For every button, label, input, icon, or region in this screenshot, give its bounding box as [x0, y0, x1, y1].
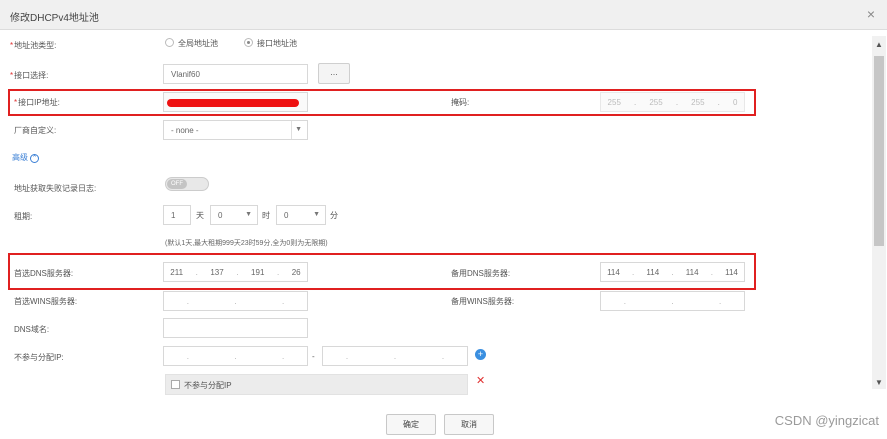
- close-icon[interactable]: ×: [867, 6, 875, 22]
- primary-wins-field[interactable]: ...: [163, 291, 308, 311]
- dns-suffix-label: DNS域名:: [14, 325, 50, 334]
- highlight-box-dns: [8, 253, 756, 290]
- radio-global-pool-label: 全局地址池: [178, 39, 218, 48]
- advanced-toggle[interactable]: 高级 ⌃: [12, 152, 39, 163]
- lease-hint: (默认1天,最大租期999天23时59分,全为0则为无限期): [165, 240, 328, 247]
- switch-knob: OFF: [167, 179, 187, 189]
- delete-icon[interactable]: ✕: [476, 374, 485, 387]
- excluded-ip-checkbox[interactable]: [171, 380, 180, 389]
- dialog-titlebar: 修改DHCPv4地址池 ×: [0, 0, 887, 30]
- scroll-up-arrow-icon[interactable]: ▲: [875, 40, 883, 49]
- secondary-wins-field[interactable]: ...: [600, 291, 745, 311]
- log-conflict-switch[interactable]: OFF: [165, 177, 209, 191]
- interface-value: Vlanif60: [171, 70, 200, 79]
- radio-interface-pool-label: 接口地址池: [257, 39, 297, 48]
- lease-days-unit: 天: [196, 211, 204, 220]
- primary-wins-label: 首选WINS服务器:: [14, 297, 78, 306]
- watermark: CSDN @yingzicat: [774, 413, 879, 428]
- excluded-ip-row-label: 不参与分配IP: [184, 381, 232, 390]
- lease-days-input[interactable]: 1: [163, 205, 191, 225]
- cancel-button[interactable]: 取消: [444, 414, 494, 435]
- highlight-box-ip: [8, 89, 756, 116]
- chevron-down-icon: ▼: [295, 126, 302, 133]
- add-icon[interactable]: +: [475, 349, 486, 360]
- browse-interface-button[interactable]: ...: [318, 63, 350, 84]
- chevron-down-icon: ▼: [313, 211, 320, 218]
- lease-minutes-select[interactable]: 0 ▼: [276, 205, 326, 225]
- interface-label: *接口选择:: [10, 71, 49, 80]
- scroll-down-arrow-icon[interactable]: ▼: [875, 378, 883, 387]
- lease-minutes-unit: 分: [330, 211, 338, 220]
- chevron-down-icon: ▼: [245, 211, 252, 218]
- excluded-ip-row: 不参与分配IP: [165, 374, 468, 395]
- range-separator: -: [312, 352, 315, 361]
- lease-hours-unit: 时: [262, 211, 270, 220]
- radio-interface-pool[interactable]: [244, 38, 253, 47]
- scroll-thumb[interactable]: [874, 56, 884, 246]
- dns-suffix-input[interactable]: [163, 318, 308, 338]
- excluded-ip-start-field[interactable]: ...: [163, 346, 308, 366]
- vendor-label: 厂商自定义:: [14, 126, 57, 135]
- ok-button[interactable]: 确定: [386, 414, 436, 435]
- excluded-ip-label: 不参与分配IP:: [14, 353, 64, 362]
- vendor-select[interactable]: - none - ▼: [163, 120, 308, 140]
- vendor-value: - none -: [171, 126, 199, 135]
- lease-hours-select[interactable]: 0 ▼: [210, 205, 258, 225]
- interface-field[interactable]: Vlanif60: [163, 64, 308, 84]
- pool-type-label: *地址池类型:: [10, 41, 57, 50]
- secondary-wins-label: 备用WINS服务器:: [451, 297, 515, 306]
- chevron-up-circle-icon: ⌃: [30, 154, 39, 163]
- scrollbar[interactable]: ▲ ▼: [872, 36, 886, 389]
- lease-label: 租期:: [14, 212, 33, 221]
- radio-global-pool[interactable]: [165, 38, 174, 47]
- log-conflict-label: 地址获取失败记录日志:: [14, 184, 97, 193]
- dialog-title: 修改DHCPv4地址池: [10, 13, 99, 24]
- excluded-ip-end-field[interactable]: ...: [322, 346, 468, 366]
